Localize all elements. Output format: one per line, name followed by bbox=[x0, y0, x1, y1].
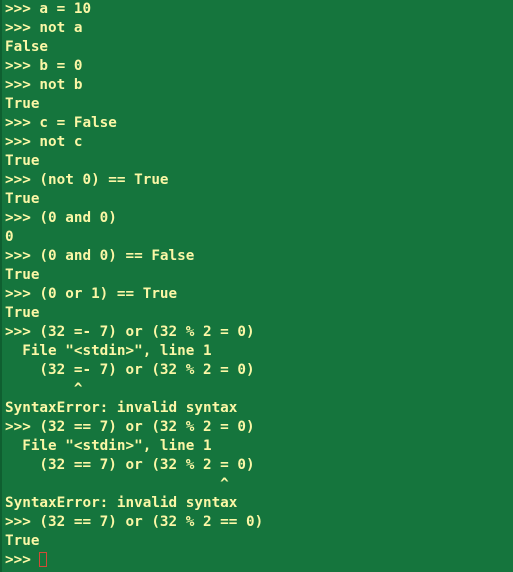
terminal-line: 0 bbox=[5, 229, 14, 245]
terminal-line: SyntaxError: invalid syntax bbox=[5, 400, 238, 416]
terminal-line: >>> (0 or 1) == True bbox=[5, 286, 178, 302]
terminal-line: >>> a = 10 bbox=[5, 1, 92, 17]
terminal-line: >>> (32 =- 7) or (32 % 2 = 0) bbox=[5, 324, 255, 340]
terminal-line: ^ bbox=[5, 381, 83, 397]
terminal-line: >>> (0 and 0) bbox=[5, 210, 117, 226]
terminal-line: >>> not a bbox=[5, 20, 83, 36]
terminal-prompt-line[interactable]: >>> bbox=[5, 551, 513, 570]
terminal-line: True bbox=[5, 305, 40, 321]
terminal-line: False bbox=[5, 39, 49, 55]
terminal-line: >>> (0 and 0) == False bbox=[5, 248, 195, 264]
terminal-line: File "<stdin>", line 1 bbox=[5, 343, 212, 359]
terminal-line: ^ bbox=[5, 476, 229, 492]
terminal-line: >>> b = 0 bbox=[5, 58, 83, 74]
terminal-line: True bbox=[5, 153, 40, 169]
prompt-text: >>> bbox=[5, 552, 40, 568]
terminal-line: True bbox=[5, 267, 40, 283]
terminal-line: >>> (32 == 7) or (32 % 2 == 0) bbox=[5, 514, 264, 530]
terminal-line: SyntaxError: invalid syntax bbox=[5, 495, 238, 511]
text-cursor bbox=[39, 552, 48, 567]
terminal-line: True bbox=[5, 191, 40, 207]
terminal-line: >>> c = False bbox=[5, 115, 117, 131]
terminal-window[interactable]: >>> a = 10 >>> not a False >>> b = 0 >>>… bbox=[0, 0, 513, 572]
terminal-line: >>> (32 == 7) or (32 % 2 = 0) bbox=[5, 419, 255, 435]
terminal-line: >>> not b bbox=[5, 77, 83, 93]
terminal-line: (32 =- 7) or (32 % 2 = 0) bbox=[5, 362, 255, 378]
terminal-line: File "<stdin>", line 1 bbox=[5, 438, 212, 454]
terminal-line: (32 == 7) or (32 % 2 = 0) bbox=[5, 457, 255, 473]
terminal-line: >>> (not 0) == True bbox=[5, 172, 169, 188]
terminal-line: >>> not c bbox=[5, 134, 83, 150]
terminal-line: True bbox=[5, 533, 40, 549]
terminal-line: True bbox=[5, 96, 40, 112]
